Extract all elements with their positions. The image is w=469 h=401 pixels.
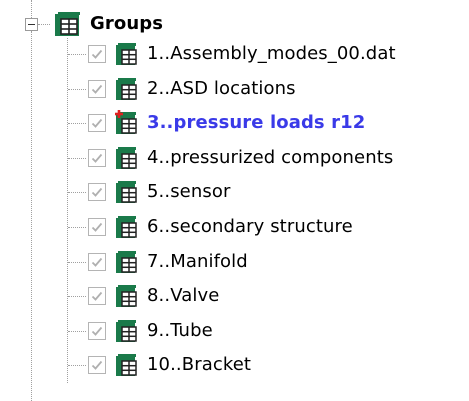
groups-tree: Groups 1..Assembly_modes_00.dat 2..ASD lo… — [0, 0, 469, 401]
group-visibility-checkbox[interactable] — [88, 218, 106, 236]
group-table-icon — [114, 214, 140, 240]
tree-node-group-item[interactable]: 9..Tube — [88, 314, 213, 348]
tree-node-label: 5..sensor — [147, 181, 231, 203]
tree-node-label: Groups — [90, 13, 164, 34]
group-visibility-checkbox[interactable] — [88, 356, 106, 375]
tree-connector-branch — [68, 54, 86, 55]
group-table-icon — [114, 76, 140, 102]
tree-node-label: 2..ASD locations — [147, 77, 296, 99]
tree-node-label: 4..pressurized components — [147, 146, 394, 168]
tree-node-label: 7..Manifold — [147, 250, 248, 272]
tree-connector-branch — [68, 157, 86, 159]
tree-node-label: 6..secondary structure — [147, 216, 353, 237]
group-table-icon — [114, 352, 140, 378]
group-visibility-checkbox[interactable] — [88, 321, 106, 340]
tree-connector-branch — [68, 123, 86, 125]
tree-node-label: 8..Valve — [147, 285, 220, 307]
group-visibility-checkbox[interactable] — [88, 114, 106, 133]
tree-node-label: 3..pressure loads r12 — [147, 112, 366, 134]
tree-connector-root — [38, 24, 50, 25]
group-visibility-checkbox[interactable] — [88, 252, 106, 271]
tree-node-group-item[interactable]: 10..Bracket — [88, 348, 251, 382]
group-table-icon — [114, 249, 140, 275]
tree-node-group-item[interactable]: 3..pressure loads r12 — [88, 106, 365, 140]
tree-node-group-item[interactable]: 5..sensor — [88, 175, 230, 209]
tree-node-label: 9..Tube — [147, 319, 213, 341]
group-visibility-checkbox[interactable] — [88, 183, 106, 202]
active-group-table-icon — [114, 110, 140, 136]
tree-connector-branch — [68, 192, 86, 194]
tree-node-group-item[interactable]: 2..ASD locations — [88, 72, 296, 106]
group-visibility-checkbox[interactable] — [88, 79, 106, 98]
group-table-icon — [114, 283, 140, 309]
tree-connector-branch — [68, 330, 86, 332]
tree-connector-branch — [68, 261, 86, 263]
group-visibility-checkbox[interactable] — [88, 287, 106, 306]
tree-node-label: 10..Bracket — [147, 354, 252, 376]
group-table-icon — [114, 41, 140, 67]
tree-node-group-item[interactable]: 8..Valve — [88, 279, 219, 313]
tree-node-group-item[interactable]: 1..Assembly_modes_00.dat — [88, 37, 396, 71]
tree-connector-branch — [68, 227, 86, 228]
group-table-icon — [114, 145, 140, 171]
group-table-icon — [114, 179, 140, 205]
group-table-icon — [52, 9, 84, 39]
group-visibility-checkbox[interactable] — [88, 45, 106, 63]
tree-node-group-item[interactable]: 7..Manifold — [88, 245, 248, 279]
tree-connector-branch — [68, 296, 86, 298]
group-visibility-checkbox[interactable] — [88, 148, 106, 167]
tree-node-group-item[interactable]: 6..secondary structure — [88, 210, 353, 244]
tree-node-groups[interactable]: Groups — [52, 7, 163, 41]
tree-connector-branch — [68, 365, 86, 367]
collapse-groups-toggle[interactable] — [25, 18, 38, 31]
tree-connector-trunk — [31, 31, 32, 401]
tree-node-label: 1..Assembly_modes_00.dat — [147, 43, 396, 64]
tree-node-group-item[interactable]: 4..pressurized components — [88, 141, 393, 175]
tree-connector-branch — [68, 88, 86, 90]
tree-connector-trunk — [31, 0, 32, 18]
group-table-icon — [114, 318, 140, 344]
